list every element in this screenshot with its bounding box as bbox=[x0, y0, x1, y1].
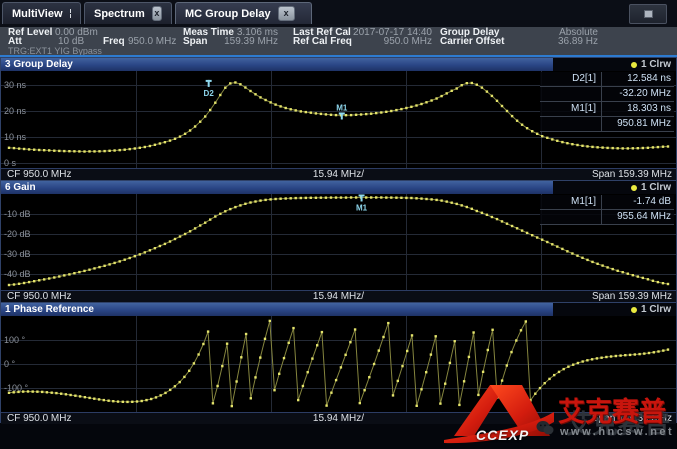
marker-name bbox=[540, 210, 602, 224]
marker-name: M1[1] bbox=[540, 102, 602, 116]
window-group-delay: 3 Group Delay 1 Clrw D2 M1 30 ns 20 ns 10… bbox=[0, 57, 677, 180]
x-axis-bar: CF 950.0 MHz 15.94 MHz/ Span 159.39 MHz bbox=[1, 412, 676, 424]
marker-table: M1[1] -1.74 dB 955.64 MHz bbox=[540, 195, 674, 225]
marker-table: D2[1] 12.584 ns -32.20 MHz M1[1] 18.303 … bbox=[540, 72, 674, 132]
trace-color-icon bbox=[631, 307, 637, 313]
x-axis-bar: CF 950.0 MHz 15.94 MHz/ Span 159.39 MHz bbox=[1, 290, 676, 302]
phase-plot: 100 ° 0 ° -100 ° bbox=[1, 316, 676, 412]
y-tick-label: -20 dB bbox=[4, 229, 31, 239]
span-label: Span 159.39 MHz bbox=[592, 169, 672, 180]
window-phase-reference: 1 Phase Reference 1 Clrw 100 ° 0 ° -100 … bbox=[0, 302, 677, 423]
marker-value: 950.81 MHz bbox=[602, 117, 674, 131]
span-label: Span bbox=[183, 37, 207, 47]
span-value: 159.39 MHz bbox=[210, 37, 278, 47]
watermark-brand: CCEXP bbox=[476, 427, 529, 443]
marker-M1[interactable]: M1 bbox=[336, 103, 348, 119]
trace-line bbox=[9, 321, 668, 406]
multiview-grid-icon bbox=[70, 9, 71, 18]
marker-row: 955.64 MHz bbox=[540, 210, 674, 225]
display-menu-button[interactable] bbox=[629, 4, 667, 24]
tab-spectrum[interactable]: Spectrum x bbox=[84, 2, 172, 24]
per-division-label: 15.94 MHz/ bbox=[1, 413, 676, 424]
trace-canvas bbox=[1, 316, 676, 412]
trace-legend-label: 1 Clrw bbox=[641, 59, 671, 70]
marker-name bbox=[540, 87, 602, 101]
marker-value: -1.74 dB bbox=[602, 195, 674, 209]
x-axis-bar: CF 950.0 MHz 15.94 MHz/ Span 159.39 MHz bbox=[1, 168, 676, 180]
window-group-delay-title: 3 Group Delay bbox=[1, 58, 553, 71]
per-division-label: 15.94 MHz/ bbox=[1, 169, 676, 180]
marker-value: 12.584 ns bbox=[602, 72, 674, 86]
tab-mc-group-delay-label: MC Group Delay bbox=[185, 8, 271, 20]
window-gain-title: 6 Gain bbox=[1, 181, 553, 194]
trace-legend-label: 1 Clrw bbox=[641, 304, 671, 315]
watermark-url: www.hncsw.net bbox=[560, 426, 674, 438]
y-tick-label: -10 dB bbox=[4, 209, 31, 219]
y-tick-label: -40 dB bbox=[4, 269, 31, 279]
ref-cal-freq-value: 950.0 MHz bbox=[338, 37, 432, 47]
svg-text:D2: D2 bbox=[204, 89, 215, 98]
y-tick-label: -30 dB bbox=[4, 249, 31, 259]
measurement-header: Ref Level 0.00 dBm Att 10 dB Freq 950.0 … bbox=[0, 27, 677, 55]
tab-mc-group-delay[interactable]: MC Group Delay x bbox=[175, 2, 312, 24]
marker-row: D2[1] 12.584 ns bbox=[540, 72, 674, 87]
marker-row: 950.81 MHz bbox=[540, 117, 674, 132]
marker-D2[interactable]: D2 bbox=[204, 80, 215, 98]
y-tick-label: 30 ns bbox=[4, 80, 26, 90]
y-tick-label: 0 ° bbox=[4, 359, 15, 369]
close-icon[interactable]: x bbox=[152, 6, 162, 21]
group-delay-plot: D2 M1 30 ns 20 ns 10 ns 0 s D2[1] 12.584 … bbox=[1, 71, 676, 168]
tab-spectrum-label: Spectrum bbox=[94, 8, 145, 20]
window-group-delay-legend[interactable]: 1 Clrw bbox=[553, 58, 676, 71]
freq-value: 950.0 MHz bbox=[128, 37, 176, 47]
y-tick-label: 10 ns bbox=[4, 132, 26, 142]
y-tick-label: 20 ns bbox=[4, 106, 26, 116]
y-tick-label: 100 ° bbox=[4, 335, 25, 345]
window-phase-titlebar: 1 Phase Reference 1 Clrw bbox=[1, 303, 676, 316]
marker-name bbox=[540, 117, 602, 131]
tab-multiview-label: MultiView bbox=[12, 8, 63, 20]
carrier-offset-label: Carrier Offset bbox=[440, 37, 504, 47]
window-gain: 6 Gain 1 Clrw M1 -10 dB -20 dB -30 dB -4… bbox=[0, 180, 677, 302]
marker-row: M1[1] -1.74 dB bbox=[540, 195, 674, 210]
tab-multiview[interactable]: MultiView bbox=[2, 2, 81, 24]
window-group-delay-titlebar: 3 Group Delay 1 Clrw bbox=[1, 58, 676, 71]
trace-legend-label: 1 Clrw bbox=[641, 182, 671, 193]
trace-color-icon bbox=[631, 62, 637, 68]
gain-plot: M1 -10 dB -20 dB -30 dB -40 dB M1[1] -1.… bbox=[1, 194, 676, 290]
window-gain-titlebar: 6 Gain 1 Clrw bbox=[1, 181, 676, 194]
marker-row: M1[1] 18.303 ns bbox=[540, 102, 674, 117]
marker-name: D2[1] bbox=[540, 72, 602, 86]
span-label: Span 159.39 MHz bbox=[592, 291, 672, 302]
marker-row: -32.20 MHz bbox=[540, 87, 674, 102]
window-phase-legend[interactable]: 1 Clrw bbox=[553, 303, 676, 316]
y-tick-label: 0 s bbox=[4, 158, 16, 168]
tab-bar: MultiView Spectrum x MC Group Delay x bbox=[0, 0, 677, 27]
marker-name: M1[1] bbox=[540, 195, 602, 209]
span-label: Span 159.39 MHz bbox=[592, 413, 672, 424]
analyzer-screen: MultiView Spectrum x MC Group Delay x Re… bbox=[0, 0, 677, 449]
svg-text:M1: M1 bbox=[356, 203, 368, 212]
marker-value: -32.20 MHz bbox=[602, 87, 674, 101]
window-icon bbox=[644, 10, 653, 18]
y-tick-label: -100 ° bbox=[4, 383, 28, 393]
svg-text:M1: M1 bbox=[336, 103, 348, 112]
marker-value: 18.303 ns bbox=[602, 102, 674, 116]
window-gain-legend[interactable]: 1 Clrw bbox=[553, 181, 676, 194]
per-division-label: 15.94 MHz/ bbox=[1, 291, 676, 302]
trace-dots bbox=[8, 320, 669, 408]
window-phase-title: 1 Phase Reference bbox=[1, 303, 553, 316]
marker-value: 955.64 MHz bbox=[602, 210, 674, 224]
trace-color-icon bbox=[631, 185, 637, 191]
carrier-offset-value: 36.89 Hz bbox=[510, 37, 598, 47]
freq-label: Freq bbox=[103, 37, 125, 47]
close-icon[interactable]: x bbox=[278, 6, 295, 21]
